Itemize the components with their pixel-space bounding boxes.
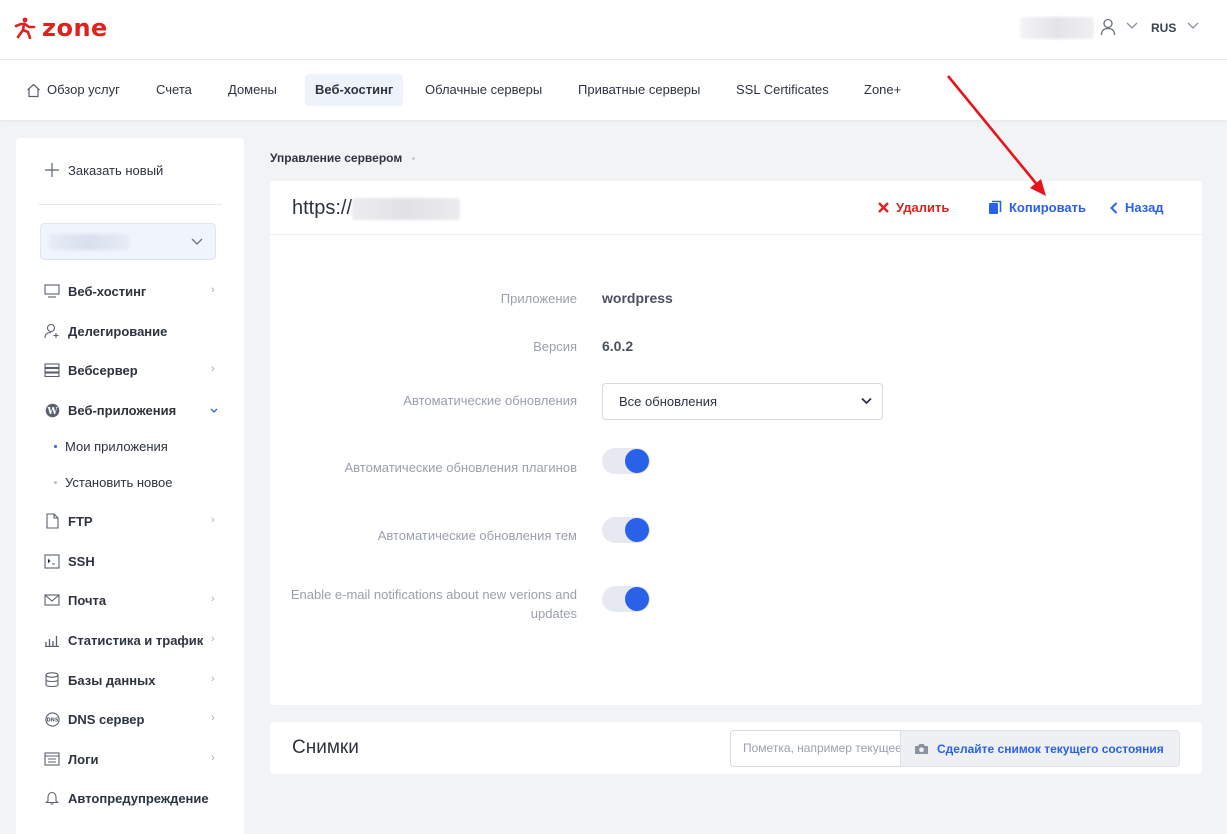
order-new-button[interactable]: Заказать новый (44, 162, 163, 178)
user-add-icon (44, 323, 60, 339)
site-title: https:// (292, 197, 461, 220)
chevron-right-icon: › (211, 673, 215, 685)
nav-item-invoices[interactable]: Счета (146, 74, 202, 106)
file-icon (44, 513, 60, 529)
sidebar-item-databases[interactable]: Базы данных (44, 670, 155, 690)
bell-icon (44, 790, 60, 806)
sidebar-item-logs[interactable]: Логи (44, 749, 98, 769)
runner-icon (14, 17, 36, 39)
chevron-down-icon (191, 238, 203, 245)
version-value: 6.0.2 (602, 338, 634, 354)
sidebar-item-mail[interactable]: Почта (44, 590, 106, 610)
theme-updates-toggle[interactable] (602, 517, 650, 543)
chevron-down-icon[interactable] (1126, 22, 1138, 30)
bullet-dot (54, 481, 57, 484)
sidebar-item-dns[interactable]: DNS DNS сервер (44, 709, 144, 729)
toggle-knob (625, 518, 649, 542)
app-value: wordpress (602, 290, 673, 306)
sidebar: Заказать новый Веб-хостинг › Делегирован… (16, 138, 244, 834)
app-details-card: https:// Удалить Копировать Назад Прилож… (270, 181, 1202, 705)
plugin-updates-label: Автоматические обновления плагинов (344, 460, 578, 475)
nav-item-cloud-servers[interactable]: Облачные серверы (415, 74, 552, 106)
version-label: Версия (533, 339, 577, 354)
top-header: zone RUS (0, 0, 1227, 60)
terminal-icon (44, 553, 60, 569)
breadcrumb-current[interactable]: Управление сервером (270, 151, 402, 165)
chevron-right-icon: › (211, 284, 215, 296)
user-icon[interactable] (1100, 18, 1116, 36)
breadcrumb-separator (412, 156, 416, 160)
sidebar-item-ssh[interactable]: SSH (44, 551, 95, 571)
chevron-left-icon (1110, 201, 1118, 214)
svg-text:DNS: DNS (46, 717, 58, 723)
theme-updates-label: Автоматические обновления тем (377, 528, 577, 543)
user-name-blurred[interactable] (1020, 17, 1094, 39)
snapshots-card: Снимки Пометка, например текущее состоян… (270, 722, 1202, 774)
plus-icon (45, 163, 59, 177)
sidebar-item-ftp[interactable]: FTP (44, 511, 93, 531)
plugin-updates-toggle[interactable] (602, 448, 650, 474)
camera-icon (915, 743, 928, 754)
chevron-down-icon (861, 397, 872, 405)
main-nav: Обзор услуг Счета Домены Веб-хостинг Обл… (0, 60, 1227, 120)
take-snapshot-button[interactable]: Сделайте снимок текущего состояния (900, 730, 1180, 767)
nav-item-ssl[interactable]: SSL Certificates (726, 74, 839, 106)
chevron-down-icon (210, 408, 218, 413)
breadcrumb: Управление сервером (270, 151, 416, 165)
svg-text:W: W (46, 407, 58, 417)
email-notifications-label: Enable e-mail notifications about new ve… (290, 587, 577, 621)
delete-button[interactable]: Удалить (878, 200, 949, 215)
copy-button[interactable]: Копировать (988, 200, 1086, 215)
server-icon (44, 362, 60, 378)
toggle-knob (625, 587, 649, 611)
app-label: Приложение (500, 291, 577, 306)
nav-item-overview[interactable]: Обзор услуг (16, 74, 130, 106)
sidebar-item-web-apps[interactable]: W Веб-приложения (44, 400, 176, 420)
sidebar-item-webserver[interactable]: Вебсервер (44, 360, 138, 380)
nav-item-web-hosting[interactable]: Веб-хостинг (305, 74, 404, 106)
divider (38, 204, 222, 205)
sidebar-item-delegation[interactable]: Делегирование (44, 321, 167, 341)
back-button[interactable]: Назад (1110, 200, 1164, 215)
zone-logo[interactable]: zone (12, 16, 108, 40)
chevron-right-icon: › (211, 712, 215, 724)
chevron-down-icon[interactable] (1187, 22, 1199, 30)
chart-icon (44, 632, 60, 648)
auto-updates-select[interactable]: Все обновления (602, 383, 883, 420)
snapshot-note-input[interactable]: Пометка, например текущее состояние (730, 730, 900, 767)
mail-icon (44, 592, 60, 608)
nav-item-private-servers[interactable]: Приватные серверы (568, 74, 710, 106)
chevron-right-icon: › (211, 593, 215, 605)
sidebar-item-alerts[interactable]: Автопредупреждение (44, 788, 209, 808)
sidebar-item-stats[interactable]: Статистика и трафик (44, 630, 203, 650)
chevron-right-icon: › (211, 633, 215, 645)
sidebar-subitem-my-apps[interactable]: Мои приложения (54, 439, 168, 454)
auto-updates-label: Автоматические обновления (403, 393, 577, 408)
nav-item-zone-plus[interactable]: Zone+ (854, 74, 911, 106)
chevron-right-icon: › (211, 752, 215, 764)
monitor-icon (44, 283, 60, 299)
account-name-blurred (49, 234, 129, 250)
email-notifications-toggle[interactable] (602, 586, 650, 612)
hosting-account-select[interactable] (40, 223, 216, 260)
language-selector[interactable]: RUS (1151, 21, 1176, 35)
copy-icon (989, 200, 1002, 214)
logo-text: zone (42, 14, 108, 42)
chevron-right-icon: › (211, 514, 215, 526)
toggle-knob (625, 449, 649, 473)
dns-icon: DNS (44, 711, 60, 727)
card-header: https:// Удалить Копировать Назад (270, 181, 1202, 235)
sidebar-item-web-hosting[interactable]: Веб-хостинг (44, 281, 146, 301)
active-dot (54, 445, 57, 448)
site-domain-blurred (352, 197, 461, 220)
wordpress-icon: W (44, 402, 60, 418)
logs-icon (44, 751, 60, 767)
home-icon (27, 83, 40, 97)
sidebar-subitem-install-new[interactable]: Установить новое (54, 475, 172, 490)
nav-item-domains[interactable]: Домены (218, 74, 287, 106)
close-icon (878, 202, 889, 213)
chevron-right-icon: › (211, 363, 215, 375)
database-icon (44, 672, 60, 688)
snapshots-title: Снимки (292, 737, 359, 758)
